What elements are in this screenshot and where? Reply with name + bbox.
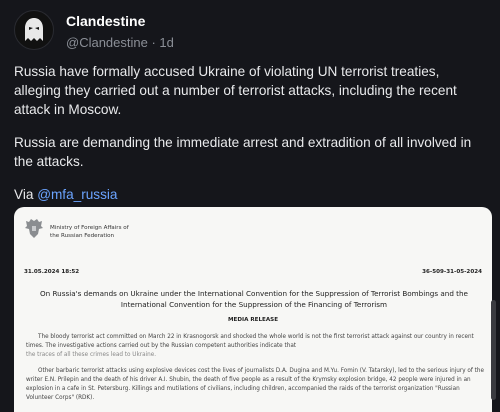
ghost-logo-icon (25, 18, 43, 41)
document-header: Ministry of Foreign Affairs of the Russi… (24, 217, 129, 240)
via-prefix: Via (14, 187, 38, 202)
document-paragraph-1: The bloody terrorist act committed on Ma… (26, 333, 484, 360)
document-date: 31.05.2024 18:52 (24, 269, 80, 275)
ministry-name: Ministry of Foreign Affairs of the Russi… (50, 225, 129, 240)
via-link[interactable]: @mfa_russia (37, 187, 117, 202)
post-body: Russia have formally accused Ukraine of … (14, 62, 488, 218)
document-reference: 36-509-31-05-2024 (422, 269, 482, 275)
avatar[interactable] (14, 10, 54, 50)
document-paragraph-1-faint: the traces of all these crimes lead to U… (26, 352, 157, 358)
double-headed-eagle-emblem-icon (25, 219, 43, 238)
document-section-heading: MEDIA RELEASE (227, 317, 279, 323)
document-paragraph-2: Other barbaric terrorist attacks using e… (26, 368, 484, 401)
author-handle-time: @Clandestine · 1d (66, 35, 174, 50)
post-paragraph-2: Russia are demanding the immediate arres… (14, 135, 472, 169)
document-paragraph-1-text: The bloody terrorist act committed on Ma… (26, 334, 474, 349)
post-paragraph-1: Russia have formally accused Ukraine of … (14, 64, 457, 117)
ministry-line-1: Ministry of Foreign Affairs of (50, 225, 129, 231)
scrollbar[interactable] (491, 300, 496, 400)
ministry-line-2: the Russian Federation (50, 232, 115, 239)
author-name[interactable]: Clandestine (66, 12, 174, 30)
document-image[interactable]: Ministry of Foreign Affairs of the Russi… (14, 207, 492, 412)
post-via-line: Via @mfa_russia (14, 185, 488, 204)
author-block: Clandestine @Clandestine · 1d (66, 12, 174, 52)
document-title: On Russia's demands on Ukraine under the… (40, 289, 468, 309)
post-header: Clandestine @Clandestine · 1d (14, 10, 174, 52)
